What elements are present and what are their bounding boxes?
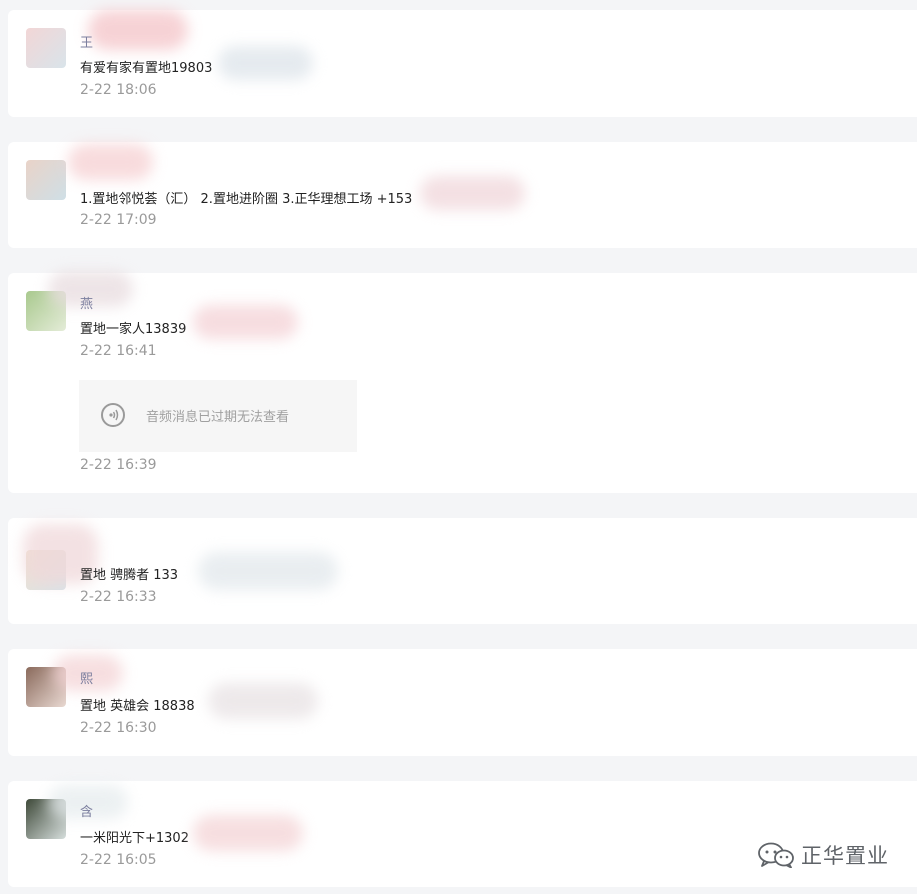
message-time: 2-22 16:30: [80, 720, 157, 736]
message-text: 有爱有家有置地19803: [80, 61, 213, 76]
audio-expired-text: 音频消息已过期无法查看: [146, 410, 290, 425]
message-text: 置地一家人13839: [80, 322, 187, 337]
message-text: 置地 骋腾者 133: [80, 568, 179, 583]
message-text: 1.置地邻悦荟（汇） 2.置地进阶圈 3.正华理想工场 +153: [80, 192, 413, 207]
avatar: [26, 28, 66, 68]
redacted-blur: [420, 176, 525, 210]
sender-name: 熙: [80, 672, 94, 687]
message-time: 2-22 16:05: [80, 852, 157, 868]
watermark: 正华置业: [757, 840, 889, 870]
redacted-blur: [68, 144, 153, 180]
redacted-blur: [193, 305, 298, 339]
redacted-blur: [88, 10, 188, 50]
redacted-blur: [198, 552, 338, 590]
watermark-text: 正华置业: [801, 844, 889, 868]
message-card[interactable]: 置地 骋腾者 133 2-22 16:33: [8, 518, 917, 624]
audio-message[interactable]: 音频消息已过期无法查看: [79, 380, 357, 452]
sender-name: 含: [80, 805, 94, 820]
message-card[interactable]: 王 有爱有家有置地19803 2-22 18:06: [8, 10, 917, 117]
redacted-blur: [208, 683, 318, 719]
message-time: 2-22 16:33: [80, 589, 157, 605]
redacted-blur: [218, 46, 313, 80]
sender-name: 王: [80, 36, 94, 51]
message-time: 2-22 16:41: [80, 343, 157, 359]
message-text: 置地 英雄会 18838: [80, 699, 195, 714]
message-time: 2-22 18:06: [80, 82, 157, 98]
message-list-page: { "messages": [ { "name": "王", "text": "…: [0, 0, 917, 894]
message-text: 一米阳光下+1302: [80, 831, 189, 846]
message-card[interactable]: 燕 置地一家人13839 2-22 16:41 音频消息已过期无法查看 2-22…: [8, 271, 917, 493]
avatar: [26, 160, 66, 200]
message-card[interactable]: 1.置地邻悦荟（汇） 2.置地进阶圈 3.正华理想工场 +153 2-22 17…: [8, 142, 917, 248]
audio-time: 2-22 16:39: [80, 457, 157, 473]
wechat-icon: [758, 842, 794, 868]
sender-name: 燕: [80, 297, 94, 312]
message-card[interactable]: 熙 置地 英雄会 18838 2-22 16:30: [8, 649, 917, 756]
message-time: 2-22 17:09: [80, 212, 157, 228]
audio-wave-icon: [101, 403, 125, 427]
message-card[interactable]: 含 一米阳光下+1302 2-22 16:05: [8, 781, 917, 887]
redacted-blur: [193, 815, 303, 851]
